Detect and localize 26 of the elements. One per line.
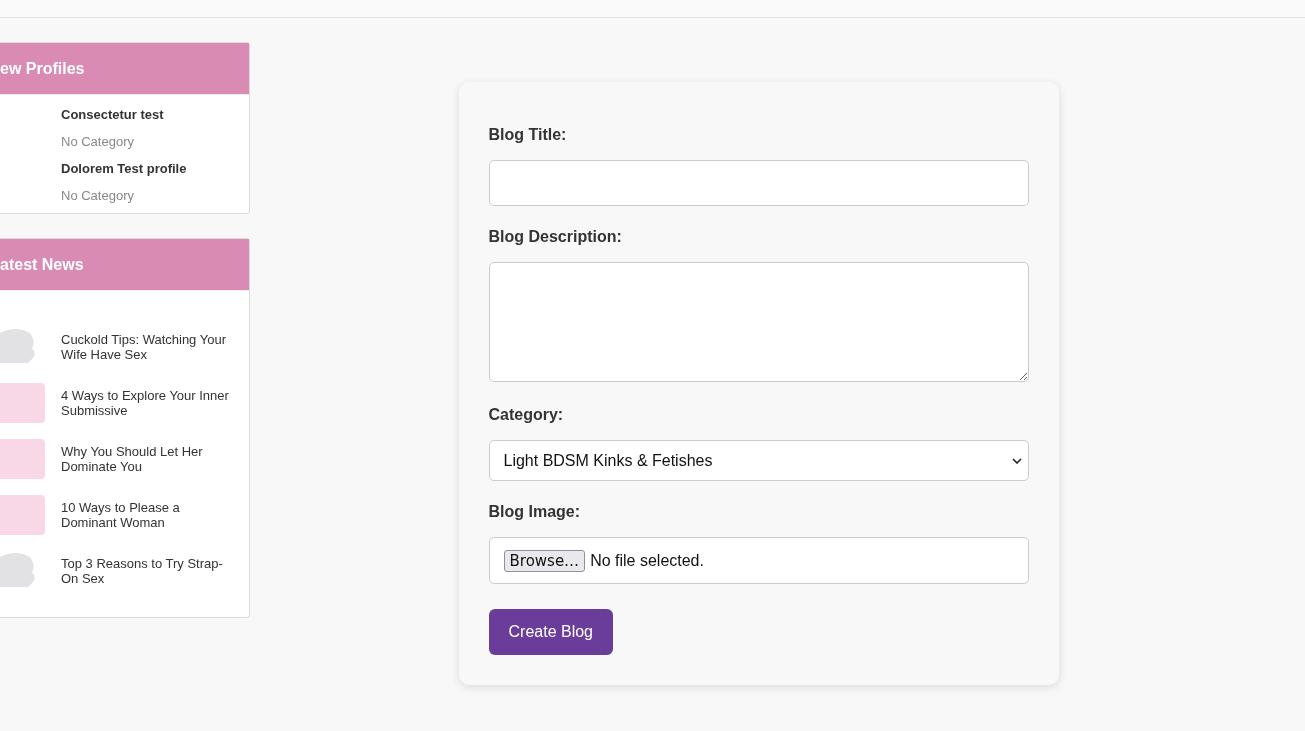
field-label: Blog Image:	[488, 503, 582, 521]
field-label: Category:	[488, 406, 565, 424]
category-dropdown[interactable]: Light BDSM Kinks & Fetishes	[488, 440, 1029, 481]
profile-category: No Category	[61, 134, 135, 149]
news-title-link[interactable]: 10 Ways to Please a Dominant Woman	[61, 500, 231, 530]
input-field[interactable]	[488, 160, 1029, 206]
news-title-link[interactable]: Top 3 Reasons to Try Strap-On Sex	[61, 556, 231, 586]
file-field[interactable]: Browse… No file selected.	[488, 537, 1029, 584]
card-title: ew Profiles	[0, 43, 249, 95]
chevron-down-icon	[1011, 457, 1022, 464]
profile-name-link[interactable]: Consectetur test	[61, 107, 249, 122]
create-blog-button[interactable]: Create Blog	[488, 609, 613, 655]
card-title: atest News	[0, 239, 249, 291]
image-placeholder	[0, 439, 45, 479]
field-label: Blog Title:	[488, 126, 568, 144]
field-label: Blog Description:	[488, 228, 623, 246]
textarea-field[interactable]	[488, 262, 1029, 382]
profile-name-link[interactable]: Dolorem Test profile	[61, 161, 249, 176]
news-title-link[interactable]: 4 Ways to Explore Your Inner Submissive	[61, 388, 231, 418]
image-placeholder	[0, 383, 45, 423]
news-title-link[interactable]: Why You Should Let Her Dominate You	[61, 444, 231, 474]
profile-category: No Category	[61, 188, 135, 203]
news-title-link[interactable]: Cuckold Tips: Watching Your Wife Have Sex	[61, 332, 231, 362]
image-placeholder	[0, 495, 45, 535]
browse-button[interactable]: Browse…	[503, 549, 586, 572]
file-status: No file selected.	[590, 551, 704, 570]
